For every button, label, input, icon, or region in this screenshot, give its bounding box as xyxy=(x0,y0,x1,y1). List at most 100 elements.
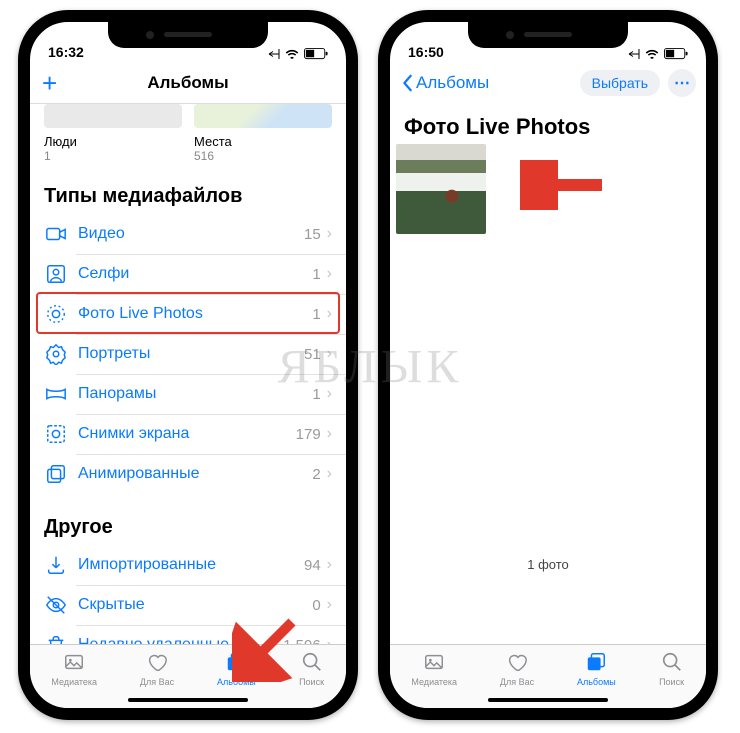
status-icons xyxy=(628,48,688,60)
content-right: Фото Live Photos 1 фото xyxy=(390,104,706,644)
tab-label: Медиатека xyxy=(51,677,97,687)
status-time: 16:32 xyxy=(48,44,84,60)
tab-label: Для Вас xyxy=(140,677,174,687)
chevron-right-icon: › xyxy=(327,596,332,614)
row-count: 1 xyxy=(312,266,320,283)
tab-Альбомы[interactable]: Альбомы xyxy=(577,651,616,687)
status-icons xyxy=(268,48,328,60)
row-count: 2 xyxy=(312,466,320,483)
tab-label: Альбомы xyxy=(217,677,256,687)
card-people[interactable]: Люди 1 xyxy=(44,104,182,163)
tab-icon xyxy=(504,651,530,675)
chevron-right-icon: › xyxy=(327,305,332,323)
back-button[interactable]: Альбомы xyxy=(402,73,489,93)
tab-icon xyxy=(223,651,249,675)
photo-count: 1 фото xyxy=(390,557,706,572)
tab-icon xyxy=(421,651,447,675)
card-people-thumb xyxy=(44,104,182,128)
chevron-right-icon: › xyxy=(327,225,332,243)
notch xyxy=(108,22,268,48)
media-row-2[interactable]: Фото Live Photos1 › xyxy=(30,294,346,334)
nav-bar: Альбомы Выбрать ⋯ xyxy=(390,62,706,104)
tab-label: Медиатека xyxy=(411,677,457,687)
notch xyxy=(468,22,628,48)
nav-bar: + Альбомы xyxy=(30,62,346,104)
phone-right: 16:50 Альбомы Выбрать ⋯ Фото Live Photos… xyxy=(378,10,718,720)
page-title: Фото Live Photos xyxy=(390,104,706,144)
tab-Поиск[interactable]: Поиск xyxy=(659,651,685,687)
animated-icon xyxy=(44,462,68,486)
tab-Альбомы[interactable]: Альбомы xyxy=(217,651,256,687)
media-row-6[interactable]: Анимированные2› xyxy=(30,454,346,494)
home-indicator xyxy=(128,698,248,702)
tab-label: Поиск xyxy=(299,677,324,687)
tab-icon xyxy=(61,651,87,675)
row-label: Импортированные xyxy=(78,556,304,574)
chevron-right-icon: › xyxy=(327,425,332,443)
row-count: 51 xyxy=(304,346,321,363)
row-label: Селфи xyxy=(78,265,312,283)
media-row-4[interactable]: Панорамы1› xyxy=(30,374,346,414)
chevron-right-icon: › xyxy=(327,636,332,644)
select-button[interactable]: Выбрать xyxy=(580,70,660,96)
row-count: 1 596 xyxy=(283,637,321,645)
portrait-icon xyxy=(44,342,68,366)
section-media-types: Типы медиафайлов xyxy=(30,163,346,214)
card-places-thumb xyxy=(194,104,332,128)
row-label: Фото Live Photos xyxy=(78,305,312,323)
status-time: 16:50 xyxy=(408,44,444,60)
other-row-1[interactable]: Скрытые0 › xyxy=(30,585,346,625)
media-row-5[interactable]: Снимки экрана179 › xyxy=(30,414,346,454)
row-count: 1 xyxy=(312,306,320,323)
row-count: 94 xyxy=(304,557,321,574)
row-label: Недавно удаленные xyxy=(78,636,283,644)
card-people-count: 1 xyxy=(44,149,182,163)
tab-Поиск[interactable]: Поиск xyxy=(299,651,325,687)
tab-Для Вас[interactable]: Для Вас xyxy=(140,651,174,687)
chevron-right-icon: › xyxy=(327,265,332,283)
content-left: Люди 1 Места 516 Типы медиафайлов Видео1… xyxy=(30,104,346,644)
phone-left: 16:32 + Альбомы Люди 1 Места 51 xyxy=(18,10,358,720)
tab-icon xyxy=(299,651,325,675)
row-label: Видео xyxy=(78,225,304,243)
row-label: Скрытые xyxy=(78,596,312,614)
card-places[interactable]: Места 516 xyxy=(194,104,332,163)
card-places-title: Места xyxy=(194,134,332,149)
tab-icon xyxy=(144,651,170,675)
row-label: Анимированные xyxy=(78,465,312,483)
row-count: 179 xyxy=(296,426,321,443)
tab-icon xyxy=(583,651,609,675)
row-count: 0 xyxy=(312,597,320,614)
ellipsis-icon: ⋯ xyxy=(674,73,690,93)
chevron-left-icon xyxy=(402,74,414,92)
livephotos-icon xyxy=(44,302,68,326)
media-row-1[interactable]: Селфи1 › xyxy=(30,254,346,294)
tab-label: Альбомы xyxy=(577,677,616,687)
tab-Медиатека[interactable]: Медиатека xyxy=(411,651,457,687)
section-other: Другое xyxy=(30,494,346,545)
add-button[interactable]: + xyxy=(42,70,57,96)
row-count: 15 xyxy=(304,226,321,243)
chevron-right-icon: › xyxy=(327,345,332,363)
more-button[interactable]: ⋯ xyxy=(668,69,696,97)
tab-Для Вас[interactable]: Для Вас xyxy=(500,651,534,687)
media-row-3[interactable]: Портреты51 › xyxy=(30,334,346,374)
panorama-icon xyxy=(44,382,68,406)
photo-thumbnail[interactable] xyxy=(396,144,486,234)
other-row-0[interactable]: Импортированные94 › xyxy=(30,545,346,585)
tab-icon xyxy=(659,651,685,675)
card-people-title: Люди xyxy=(44,134,182,149)
back-label: Альбомы xyxy=(416,73,489,93)
row-label: Портреты xyxy=(78,345,304,363)
tab-label: Для Вас xyxy=(500,677,534,687)
tab-Медиатека[interactable]: Медиатека xyxy=(51,651,97,687)
row-count: 1 xyxy=(312,386,320,403)
chevron-right-icon: › xyxy=(327,556,332,574)
import-icon xyxy=(44,553,68,577)
chevron-right-icon: › xyxy=(327,385,332,403)
screenshot-icon xyxy=(44,422,68,446)
other-row-2[interactable]: Недавно удаленные1 596 › xyxy=(30,625,346,644)
tab-label: Поиск xyxy=(659,677,684,687)
row-label: Снимки экрана xyxy=(78,425,296,443)
media-row-0[interactable]: Видео15 › xyxy=(30,214,346,254)
